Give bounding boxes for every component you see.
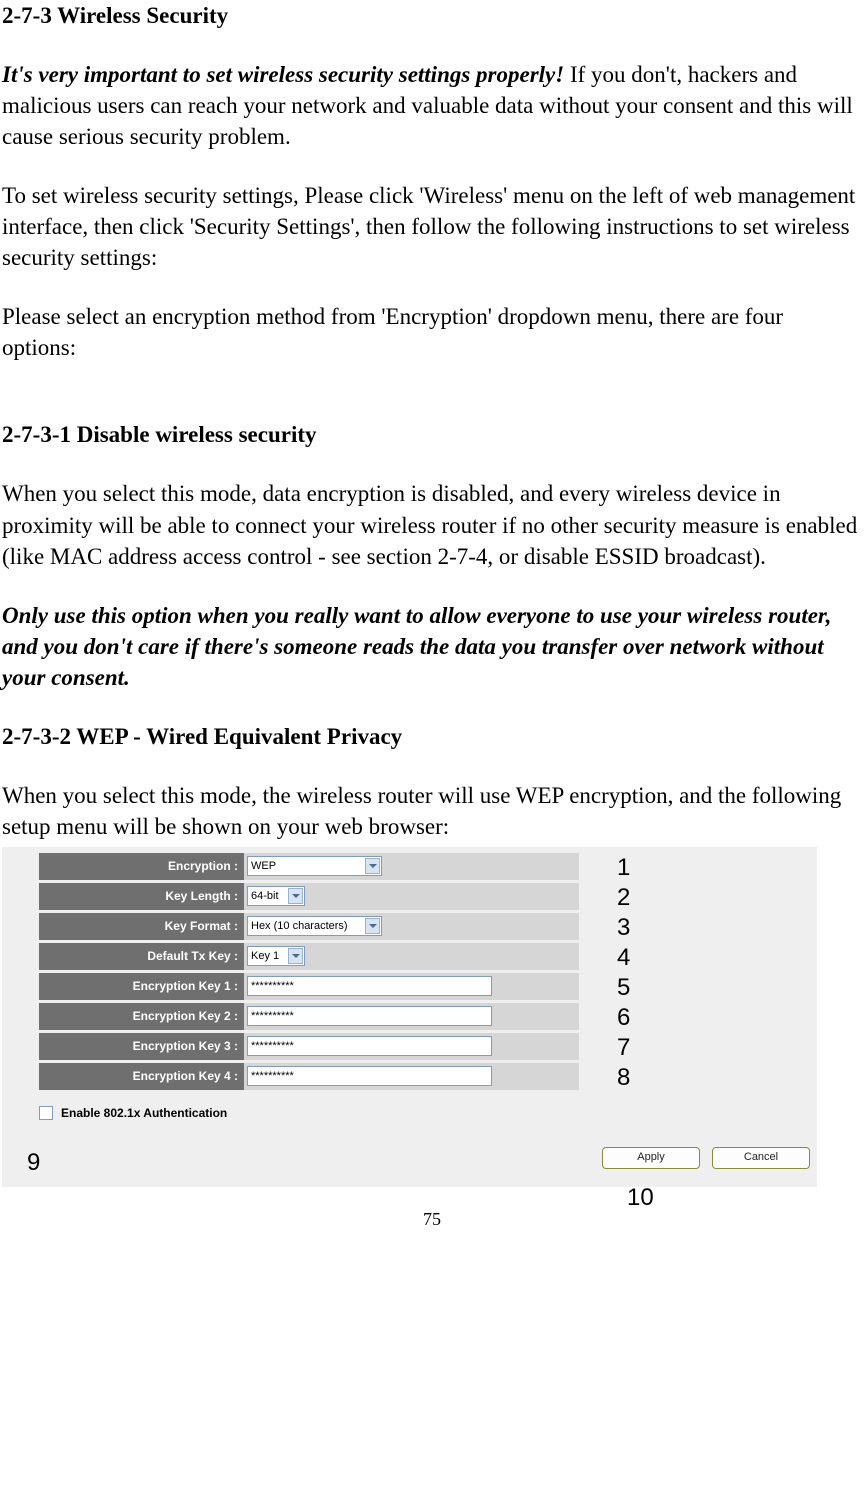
label-encryption: Encryption : [39, 853, 244, 880]
callout-4: 4 [617, 942, 630, 974]
callout-10: 10 [627, 1182, 654, 1214]
row-key-length: Key Length : 64-bit [39, 883, 579, 910]
row-key-1: Encryption Key 1 : ********** [39, 973, 579, 1000]
select-default-tx-key-value: Key 1 [251, 949, 279, 964]
select-key-length[interactable]: 64-bit [247, 886, 305, 906]
label-key-4: Encryption Key 4 : [39, 1063, 244, 1090]
label-enable-8021x: Enable 802.1x Authentication [61, 1105, 227, 1121]
callout-2: 2 [617, 882, 630, 914]
select-default-tx-key[interactable]: Key 1 [247, 946, 305, 966]
label-key-1: Encryption Key 1 : [39, 973, 244, 1000]
input-key-4[interactable]: ********** [247, 1066, 492, 1086]
row-key-2: Encryption Key 2 : ********** [39, 1003, 579, 1030]
section-heading-2-7-3-2: 2-7-3-2 WEP - Wired Equivalent Privacy [2, 721, 862, 752]
callout-8: 8 [617, 1062, 630, 1094]
page-number: 75 [2, 1207, 862, 1231]
paragraph-disable-desc: When you select this mode, data encrypti… [2, 478, 862, 571]
label-key-length: Key Length : [39, 883, 244, 910]
section-heading-2-7-3: 2-7-3 Wireless Security [2, 0, 862, 31]
row-key-3: Encryption Key 3 : ********** [39, 1033, 579, 1060]
input-key-1[interactable]: ********** [247, 976, 492, 996]
row-default-tx-key: Default Tx Key : Key 1 [39, 943, 579, 970]
callout-1: 1 [617, 852, 630, 884]
row-key-format: Key Format : Hex (10 characters) [39, 913, 579, 940]
chevron-down-icon [288, 948, 303, 964]
checkbox-enable-8021x[interactable] [39, 1106, 53, 1120]
row-enable-8021x: Enable 802.1x Authentication [39, 1105, 227, 1121]
callout-5: 5 [617, 972, 630, 1004]
chevron-down-icon [365, 918, 380, 934]
callout-7: 7 [617, 1032, 630, 1064]
wep-settings-screenshot: Encryption : WEP Key Length : 64-bit Key… [2, 847, 860, 1207]
label-default-tx-key: Default Tx Key : [39, 943, 244, 970]
row-encryption: Encryption : WEP [39, 853, 579, 880]
label-key-format: Key Format : [39, 913, 244, 940]
paragraph-encryption-options: Please select an encryption method from … [2, 301, 862, 363]
select-encryption-value: WEP [251, 859, 276, 874]
emphasis-important: It's very important to set wireless secu… [2, 62, 564, 87]
paragraph-wep-desc: When you select this mode, the wireless … [2, 780, 862, 842]
select-key-format-value: Hex (10 characters) [251, 919, 348, 934]
label-key-3: Encryption Key 3 : [39, 1033, 244, 1060]
chevron-down-icon [365, 858, 380, 874]
select-key-length-value: 64-bit [251, 889, 279, 904]
select-encryption[interactable]: WEP [247, 856, 382, 876]
paragraph-intro: It's very important to set wireless secu… [2, 59, 862, 152]
input-key-3[interactable]: ********** [247, 1036, 492, 1056]
label-key-2: Encryption Key 2 : [39, 1003, 244, 1030]
section-heading-2-7-3-1: 2-7-3-1 Disable wireless security [2, 419, 862, 450]
row-key-4: Encryption Key 4 : ********** [39, 1063, 579, 1090]
input-key-2[interactable]: ********** [247, 1006, 492, 1026]
chevron-down-icon [288, 888, 303, 904]
cancel-button[interactable]: Cancel [712, 1147, 810, 1169]
paragraph-warning: Only use this option when you really wan… [2, 600, 862, 693]
callout-6: 6 [617, 1002, 630, 1034]
select-key-format[interactable]: Hex (10 characters) [247, 916, 382, 936]
apply-button[interactable]: Apply [602, 1147, 700, 1169]
callout-3: 3 [617, 912, 630, 944]
settings-panel: Encryption : WEP Key Length : 64-bit Key… [2, 847, 817, 1187]
callout-9: 9 [27, 1147, 40, 1179]
paragraph-instructions: To set wireless security settings, Pleas… [2, 180, 862, 273]
